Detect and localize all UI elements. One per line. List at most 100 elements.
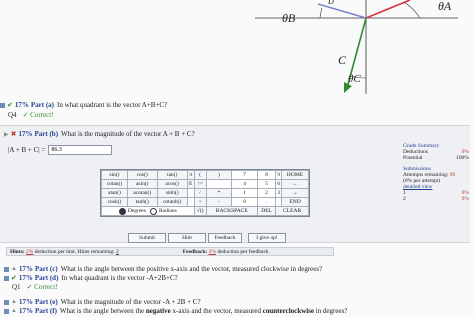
key-backspace[interactable]: BACKSPACE [205,206,258,216]
checkmark-icon: ✔ [11,274,17,282]
part-a-correct: ✓ Correct! [22,111,54,119]
key-cotan[interactable]: cotan() [101,179,128,189]
radio-off-icon [149,207,157,215]
key-clear[interactable]: CLEAR [275,206,309,216]
key-multiply[interactable]: * [205,188,233,198]
part-f-collapse-icon[interactable] [4,308,9,314]
give-up-button[interactable]: I give up! [248,233,286,243]
submission-deduction: 0% [461,196,469,202]
theta-b-arc [319,7,323,19]
key-right-arrow[interactable]: → [281,188,309,198]
part-b-header[interactable]: ▶ ✖ 17% Part (b) What is the magnitude o… [4,130,195,138]
key-end[interactable]: END [281,197,309,207]
part-e-question: What is the magnitude of the vector -A +… [60,298,201,306]
part-d-answer-row: Q1 ✓ Correct! [12,283,58,291]
key-home[interactable]: HOME [281,170,309,180]
vector-diagram: θB θA C θC D [255,0,458,94]
key-asin[interactable]: asin() [126,179,158,189]
attempts-value: 99 [449,172,456,178]
theta-c-label: θC [348,73,361,85]
key-open-paren[interactable]: ( [193,170,207,180]
part-e-label: Part (e) [34,298,58,306]
hint-button[interactable]: Hint [168,233,206,243]
part-f-row[interactable]: ▲ 17% Part (f) What is the angle between… [4,307,347,315]
expand-triangle-icon[interactable]: ▲ [11,266,17,272]
key-8[interactable]: 8 [256,170,277,180]
feedback-pct: 2% [208,248,216,255]
part-a-row[interactable]: ✔ 17% Part (a) In what quadrant is the v… [0,101,167,109]
key-cotanh[interactable]: cotanh() [156,197,188,207]
key-plus[interactable]: + [193,197,207,207]
hints-prefix: Hints: [10,248,25,255]
part-e-row[interactable]: ▲ 17% Part (e) What is the magnitude of … [4,298,201,306]
key-pi[interactable]: π [186,170,195,180]
part-e-pct: 17% [18,298,33,306]
part-a-answer-row: Q4 ✓ Correct! [8,111,54,119]
vector-a-line [365,0,411,19]
potential-value: 100% [456,155,469,161]
key-close-paren[interactable]: ) [205,170,233,180]
key-acos[interactable]: acos() [156,179,188,189]
part-a-collapse-icon[interactable] [0,102,5,108]
key-sinh[interactable]: sinh() [156,188,188,198]
part-f-question-bold2: counterclockwise [262,307,314,315]
grade-summary: Grade Summary Deductions 0% Potential 100%… [403,143,469,202]
radians-radio[interactable]: Radians [149,207,177,215]
part-b-panel: ▶ ✖ 17% Part (b) What is the magnitude o… [0,125,470,243]
theta-a-label: θA [438,0,452,13]
key-minus[interactable]: - [205,197,233,207]
theta-a-arc [403,1,421,19]
key-0[interactable]: 0 [231,197,258,207]
key-1[interactable]: 1 [231,188,258,198]
key-acotan[interactable]: acotan() [126,188,158,198]
radians-label: Radians [158,208,177,215]
key-7[interactable]: 7 [231,170,258,180]
part-e-collapse-icon[interactable] [4,299,9,305]
key-cosh[interactable]: cosh() [101,197,128,207]
part-c-pct: 17% [18,265,33,273]
key-divide[interactable]: / [193,188,207,198]
key-2[interactable]: 2 [256,188,277,198]
part-d-answer: Q1 [12,283,21,291]
part-a-label: Part (a) [30,101,55,109]
hints-feedback-bar: Hints: 2% deduction per hint. Hints rema… [6,247,334,256]
part-d-collapse-icon[interactable] [4,275,9,281]
part-c-row[interactable]: ▲ 17% Part (c) What is the angle between… [4,265,322,273]
expand-triangle-icon[interactable]: ▲ [11,299,17,305]
key-5[interactable]: 5 [256,179,277,189]
calculator-keypad: sin() cos() tan() π ( ) 7 8 9 HOME cotan… [100,169,310,217]
key-left-arrow[interactable]: ← [281,179,309,189]
key-sqrt[interactable]: √() [193,206,207,216]
part-c-collapse-icon[interactable] [4,266,9,272]
expand-triangle-icon[interactable]: ▲ [11,308,17,314]
key-tan[interactable]: tan() [156,170,188,180]
key-sin[interactable]: sin() [101,170,128,180]
part-c-question: What is the angle between the positive x… [60,265,323,273]
key-power[interactable]: ↑^ [193,179,207,189]
key-e[interactable]: E [186,179,195,189]
key-4[interactable]: 4 [231,179,258,189]
submit-button[interactable]: Submit [128,233,166,243]
angle-mode-cell: Degrees Radians [101,206,195,216]
key-del[interactable]: DEL [256,206,277,216]
expand-triangle-icon[interactable]: ▶ [4,131,9,138]
part-b-label: Part (b) [34,130,59,138]
key-decimal[interactable]: . [256,197,277,207]
part-f-question-bold: negative [145,307,171,315]
key-tanh[interactable]: tanh() [126,197,158,207]
degrees-radio[interactable]: Degrees [118,207,146,215]
degrees-label: Degrees [127,208,146,215]
part-b-answer-line: |A + B + C| = [8,145,113,155]
feedback-text: deduction per feedback [217,248,269,255]
part-d-row[interactable]: ✔ 17% Part (d) In what quadrant is the v… [4,274,178,282]
hints-remaining: 2 [116,248,119,255]
part-d-pct: 17% [18,274,33,282]
key-blank [205,179,233,189]
part-f-question-pre: What is the angle between the [59,307,145,315]
submission-number: 2 [403,196,406,202]
key-atan[interactable]: atan() [101,188,128,198]
answer-input[interactable] [48,145,113,155]
answer-input-label: |A + B + C| = [8,146,46,154]
key-cos[interactable]: cos() [126,170,158,180]
feedback-button[interactable]: Feedback [208,233,242,243]
